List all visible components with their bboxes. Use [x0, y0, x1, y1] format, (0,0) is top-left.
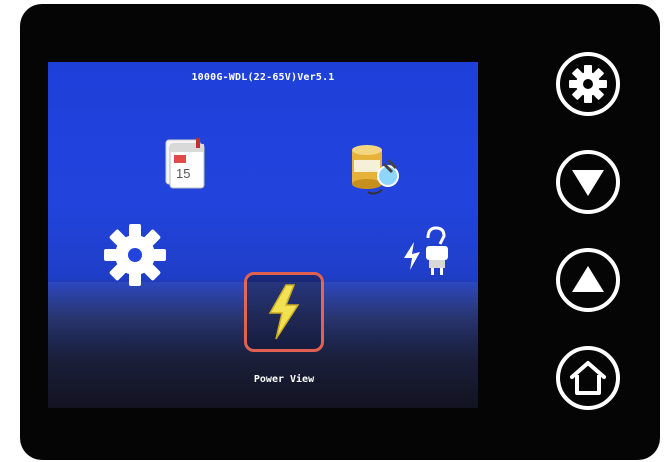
power-view-button[interactable]: [244, 272, 324, 352]
triangle-down-icon: [572, 170, 604, 196]
gear-icon: [569, 65, 607, 103]
lcd-screen: 1000G-WDL(22-65V)Ver5.1 15 Power View: [48, 62, 478, 408]
gear-icon[interactable]: [100, 220, 170, 290]
up-button[interactable]: [556, 248, 620, 312]
down-button[interactable]: [556, 150, 620, 214]
power-view-label: Power View: [253, 374, 315, 385]
lightning-bolt-icon: [268, 284, 300, 340]
svg-text:15: 15: [176, 166, 190, 181]
home-icon: [570, 361, 606, 395]
power-plug-icon[interactable]: [400, 224, 456, 280]
triangle-up-icon: [572, 266, 604, 292]
home-button[interactable]: [556, 346, 620, 410]
inverter-display-bezel: 1000G-WDL(22-65V)Ver5.1 15 Power View: [20, 4, 660, 460]
settings-button[interactable]: [556, 52, 620, 116]
version-title: 1000G-WDL(22-65V)Ver5.1: [191, 72, 335, 83]
calendar-icon[interactable]: 15: [160, 136, 208, 190]
database-icon[interactable]: [344, 136, 408, 200]
